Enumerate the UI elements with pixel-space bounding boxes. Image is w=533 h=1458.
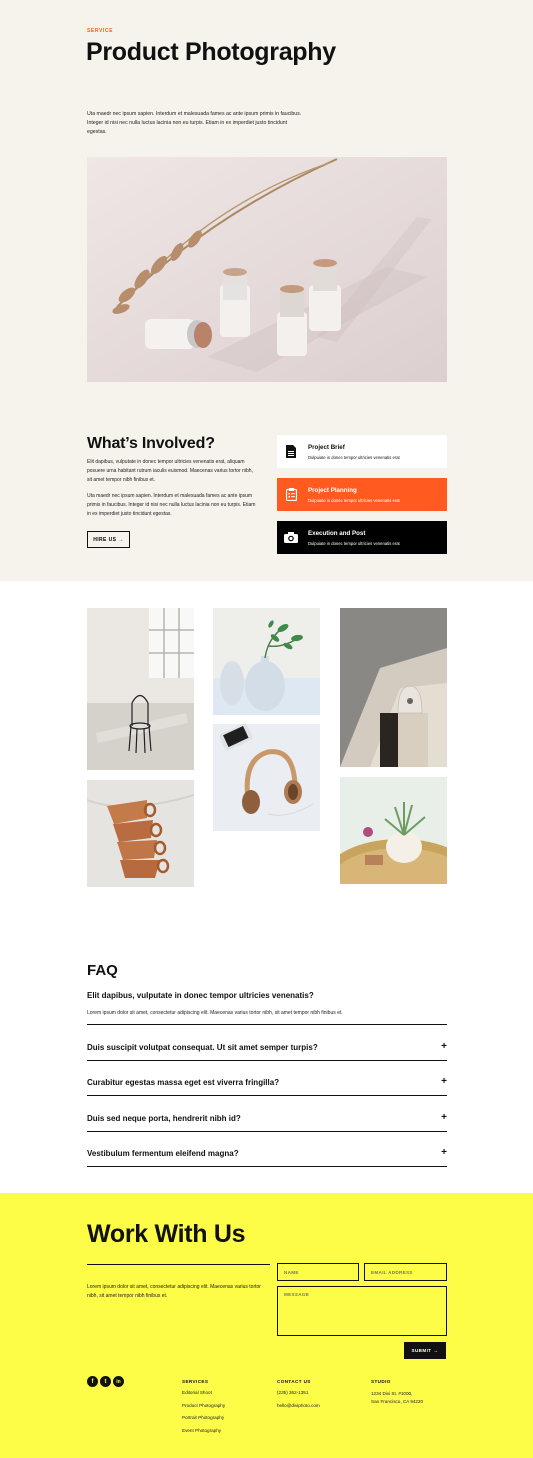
twitter-icon[interactable]: t	[100, 1376, 111, 1387]
plus-icon[interactable]: +	[441, 1077, 447, 1087]
work-title: Work With Us	[87, 1220, 246, 1248]
faq-divider	[87, 1095, 447, 1096]
faq-question-text: Curabitur egestas massa eget est viverra…	[87, 1078, 280, 1087]
page-title: Product Photography	[86, 38, 336, 66]
footer-link[interactable]: Product Photography	[182, 1403, 225, 1408]
work-text: Lorem ipsum dolor sit amet, consectetur …	[87, 1284, 261, 1299]
message-field[interactable]	[277, 1286, 447, 1336]
card-title: Project Planning	[308, 486, 357, 494]
faq-question-text: Vestibulum fermentum eleifend magna?	[87, 1149, 239, 1158]
camera-icon	[284, 530, 298, 546]
faq-divider	[87, 1131, 447, 1132]
plus-icon[interactable]: +	[441, 1042, 447, 1052]
faq-question-text: Duis sed neque porta, hendrerit nibh id?	[87, 1114, 241, 1123]
faq-question-text: Duis suscipit volutpat consequat. Ut sit…	[87, 1043, 318, 1052]
faq-divider	[87, 1024, 447, 1025]
contact-heading: CONTACT US	[277, 1379, 311, 1384]
faq-question-1[interactable]: Duis suscipit volutpat consequat. Ut sit…	[87, 1042, 447, 1053]
hire-us-button[interactable]: HIRE US →	[87, 531, 130, 548]
gallery-image-chair[interactable]	[87, 608, 194, 770]
arrow-right-icon: →	[433, 1348, 439, 1353]
gallery-section	[0, 581, 533, 940]
linkedin-icon[interactable]: in	[113, 1376, 124, 1387]
work-divider	[87, 1264, 270, 1265]
product-hero-image	[87, 157, 447, 382]
faq-question-2[interactable]: Curabitur egestas massa eget est viverra…	[87, 1077, 447, 1088]
submit-label: SUBMIT	[411, 1348, 432, 1353]
name-field[interactable]	[277, 1263, 359, 1281]
involved-paragraph-2: Uta maedr nec ipsum sapien. Interdum et …	[87, 493, 256, 517]
faq-title: FAQ	[87, 962, 118, 979]
involved-title: What’s Involved?	[87, 435, 215, 452]
studio-address-line-1: 1234 Divi St. #1000,	[371, 1391, 413, 1396]
footer-link[interactable]: Editorial Shoot	[182, 1390, 225, 1395]
gallery-image-copper-cups[interactable]	[87, 780, 194, 887]
footer-link[interactable]: Event Photography	[182, 1428, 225, 1433]
faq-divider	[87, 1166, 447, 1167]
submit-button[interactable]: SUBMIT →	[404, 1342, 446, 1359]
faq-question-3[interactable]: Duis sed neque porta, hendrerit nibh id?…	[87, 1113, 447, 1124]
footer-studio: STUDIO 1234 Divi St. #1000, San Francisc…	[371, 1379, 423, 1406]
card-title: Execution and Post	[308, 529, 366, 537]
hire-us-label: HIRE US	[93, 536, 117, 543]
email-field[interactable]	[364, 1263, 447, 1281]
studio-heading: STUDIO	[371, 1379, 391, 1384]
studio-address-line-2: San Francisco, CA 94220	[371, 1399, 424, 1404]
card-execution-and-post[interactable]: Execution and Post Dulpuiate in donec te…	[277, 521, 447, 554]
card-subtitle: Dulpuiate in donec tempor ultricies vene…	[308, 454, 400, 460]
gallery-image-glass-dome[interactable]	[340, 608, 447, 767]
services-heading: SERVICES	[182, 1379, 209, 1384]
card-subtitle: Dulpuiate in donec tempor ultricies vene…	[308, 540, 400, 546]
contact-email[interactable]: hello@diviphoto.com	[277, 1403, 320, 1408]
hero-intro: Utа maedr nec ipsum sapien. Interdum et …	[87, 111, 302, 136]
faq-section: FAQ Elit dapibus, vulputate in donec tem…	[0, 940, 533, 1194]
hero-section: SERVICE Product Photography Utа maedr ne…	[0, 0, 533, 581]
service-eyebrow: SERVICE	[87, 28, 114, 34]
gallery-image-headphones[interactable]	[213, 724, 320, 831]
faq-divider	[87, 1060, 447, 1061]
facebook-icon[interactable]: f	[87, 1376, 98, 1387]
card-project-brief[interactable]: Project Brief Dulpuiate in donec tempor …	[277, 435, 447, 468]
arrow-right-icon: →	[118, 536, 124, 543]
contact-phone[interactable]: (235) 362-1351	[277, 1390, 320, 1395]
gallery-image-vases[interactable]	[213, 608, 320, 715]
involved-paragraph-1: Elit dapibus, vulputate in donec tempor …	[87, 459, 253, 483]
footer-services: SERVICES Editorial Shoot Product Photogr…	[182, 1379, 225, 1440]
card-project-planning[interactable]: Project Planning Dulpuiate in donec temp…	[277, 478, 447, 511]
faq-question-4[interactable]: Vestibulum fermentum eleifend magna? +	[87, 1148, 447, 1159]
document-icon	[284, 444, 298, 460]
plus-icon[interactable]: +	[441, 1148, 447, 1158]
faq-open-answer: Lorem ipsum dolor sit amet, consectetur …	[87, 1010, 343, 1016]
card-subtitle: Dulpuiate in donec tempor ultricies vene…	[308, 497, 400, 503]
card-title: Project Brief	[308, 443, 345, 451]
gallery-image-air-plant[interactable]	[340, 777, 447, 884]
checklist-icon	[284, 487, 298, 503]
plus-icon[interactable]: +	[441, 1113, 447, 1123]
work-with-us-section: Work With Us Lorem ipsum dolor sit amet,…	[0, 1193, 533, 1458]
footer-contact: CONTACT US (235) 362-1351 hello@diviphot…	[277, 1379, 320, 1415]
footer-link[interactable]: Portrait Photography	[182, 1415, 225, 1420]
faq-open-question[interactable]: Elit dapibus, vulputate in donec tempor …	[87, 991, 314, 1000]
